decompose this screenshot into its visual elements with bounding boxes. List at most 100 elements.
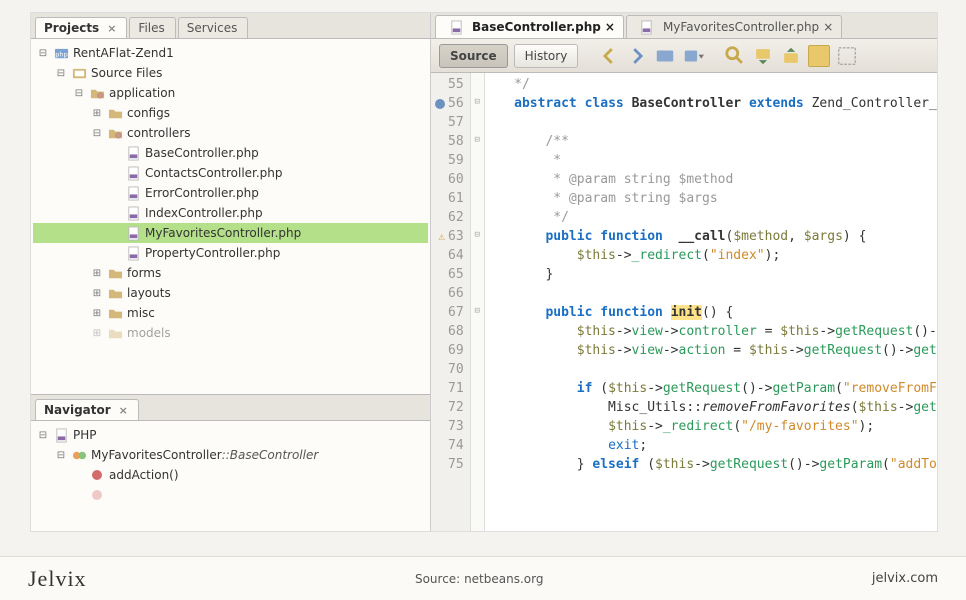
nav-back-icon[interactable] [598,45,620,67]
code-line[interactable]: */ [491,208,931,227]
tree-node[interactable]: ⊞misc [33,303,428,323]
find-prev-icon[interactable] [752,45,774,67]
brand-logo: Jelvix [28,566,87,592]
projects-tree[interactable]: ⊟phpRentAFlat-Zend1⊟Source Files⊟applica… [31,39,430,394]
nav-node[interactable]: addAction() [33,465,428,485]
code-line[interactable]: exit; [491,436,931,455]
tree-toggle[interactable]: ⊟ [91,128,103,139]
code-line[interactable]: */ [491,75,931,94]
tree-node[interactable]: ⊟ controllers [33,123,428,143]
code-line[interactable]: * [491,151,931,170]
tree-node[interactable]: ⊟ Source Files [33,63,428,83]
tree-label: Source Files [91,66,162,80]
php-file-icon [639,19,655,35]
code-line[interactable] [491,113,931,132]
fold-toggle [471,187,484,206]
folder-icon [107,325,123,341]
code-line[interactable]: * @param string $method [491,170,931,189]
code-line[interactable]: * @param string $args [491,189,931,208]
tree-node[interactable]: BaseController.php [33,143,428,163]
projects-tabstrip: Projects×FilesServices [31,13,430,39]
line-number: 72 [448,398,464,417]
tree-toggle[interactable]: ⊟ [55,68,67,79]
tab-files[interactable]: Files [129,17,175,38]
tree-node[interactable]: ⊞forms [33,263,428,283]
code-line[interactable]: $this->_redirect("index"); [491,246,931,265]
tree-node[interactable]: ⊟application [33,83,428,103]
code-line[interactable]: /** [491,132,931,151]
code-line[interactable]: if ($this->getRequest()->getParam("remov… [491,379,931,398]
code-line[interactable]: $this->view->controller = $this->getRequ… [491,322,931,341]
tree-toggle[interactable]: ⊞ [91,108,103,119]
find-icon[interactable] [724,45,746,67]
editor-tab[interactable]: BaseController.php× [435,15,624,38]
fold-toggle[interactable]: ⊟ [471,301,484,320]
code-line[interactable]: } elseif ($this->getRequest()->getParam(… [491,455,931,474]
close-icon[interactable]: × [119,404,128,417]
tree-toggle[interactable]: ⊞ [91,308,103,319]
editor-tab[interactable]: MyFavoritesController.php × [626,15,842,38]
fold-toggle[interactable]: ⊟ [471,225,484,244]
tree-toggle[interactable]: ⊟ [73,88,85,99]
nav-fwd-icon[interactable] [626,45,648,67]
nav-node[interactable] [33,485,428,505]
tree-node[interactable]: ContactsController.php [33,163,428,183]
tree-node[interactable]: ⊞configs [33,103,428,123]
php-file-icon [125,185,141,201]
code-line[interactable] [491,360,931,379]
toolbar-dropdown-icon[interactable] [682,45,704,67]
fold-gutter[interactable]: ⊟ ⊟ ⊟ ⊟ [471,73,485,531]
tree-toggle[interactable]: ⊟ [55,450,67,461]
navigator-tree[interactable]: ⊟PHP⊟MyFavoritesController::BaseControll… [31,421,430,531]
tree-toggle[interactable]: ⊞ [91,288,103,299]
nav-node[interactable]: ⊟MyFavoritesController::BaseController [33,445,428,465]
code-line[interactable]: abstract class BaseController extends Ze… [491,94,931,113]
code-line[interactable]: public function __call($method, $args) { [491,227,931,246]
source-credit: Source: netbeans.org [415,572,544,586]
tree-node[interactable]: ErrorController.php [33,183,428,203]
line-number: 56 [448,94,464,113]
tree-toggle[interactable]: ⊞ [91,328,103,339]
tree-toggle[interactable]: ⊟ [37,430,49,441]
line-number: 64 [448,246,464,265]
toolbar-icon[interactable] [654,45,676,67]
nav-label: addAction() [109,468,179,482]
php-file-icon [125,145,141,161]
history-button[interactable]: History [514,44,579,68]
code-line[interactable]: $this->view->action = $this->getRequest(… [491,341,931,360]
close-icon[interactable]: × [605,20,615,34]
tree-node[interactable]: ⊞layouts [33,283,428,303]
select-icon[interactable] [836,45,858,67]
navigator-tab[interactable]: Navigator × [35,399,139,420]
php-file-icon [125,205,141,221]
close-icon[interactable]: × [107,22,116,35]
code-line[interactable]: $this->_redirect("/my-favorites"); [491,417,931,436]
tab-services[interactable]: Services [178,17,249,38]
code-editor[interactable]: 5556575859606162⚠63646566676869707172737… [431,73,937,531]
tree-node[interactable]: ⊞models [33,323,428,343]
tree-node[interactable]: ⊟phpRentAFlat-Zend1 [33,43,428,63]
find-next-icon[interactable] [780,45,802,67]
method-pub-icon [89,467,105,483]
fold-toggle[interactable]: ⊟ [471,92,484,111]
code-line[interactable]: } [491,265,931,284]
code-line[interactable]: Misc_Utils::removeFromFavorites($this->g… [491,398,931,417]
nav-node[interactable]: ⊟PHP [33,425,428,445]
tree-toggle[interactable]: ⊞ [91,268,103,279]
highlight-icon[interactable] [808,45,830,67]
source-button[interactable]: Source [439,44,508,68]
code-line[interactable]: public function init() { [491,303,931,322]
line-number: 60 [448,170,464,189]
fold-toggle [471,434,484,453]
close-icon[interactable]: × [823,20,833,34]
tree-node[interactable]: PropertyController.php [33,243,428,263]
tree-node[interactable]: MyFavoritesController.php [33,223,428,243]
code-area[interactable]: */ abstract class BaseController extends… [485,73,937,531]
code-line[interactable] [491,284,931,303]
tree-node[interactable]: IndexController.php [33,203,428,223]
fold-toggle[interactable]: ⊟ [471,130,484,149]
tab-label: MyFavoritesController.php [663,20,819,34]
tab-projects[interactable]: Projects× [35,17,127,38]
tree-label: controllers [127,126,191,140]
tree-toggle[interactable]: ⊟ [37,48,49,59]
